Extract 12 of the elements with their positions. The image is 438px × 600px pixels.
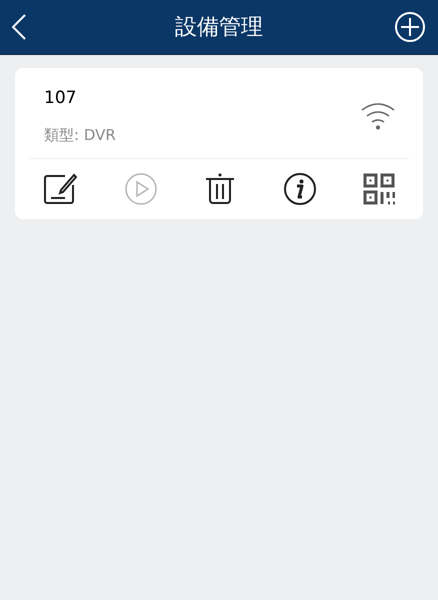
back-icon xyxy=(12,14,26,40)
device-name: 107 xyxy=(44,87,78,110)
add-button[interactable] xyxy=(394,11,426,43)
wifi-icon xyxy=(361,102,395,130)
device-card[interactable]: 107 類型: DVR xyxy=(15,68,423,219)
qr-code-icon[interactable] xyxy=(363,173,395,205)
info-icon[interactable] xyxy=(284,173,316,205)
add-icon xyxy=(395,12,425,42)
trash-icon[interactable] xyxy=(204,173,236,205)
device-type: 類型: DVR xyxy=(44,124,116,146)
page-title: 設備管理 xyxy=(175,14,263,42)
edit-icon[interactable] xyxy=(43,173,77,205)
